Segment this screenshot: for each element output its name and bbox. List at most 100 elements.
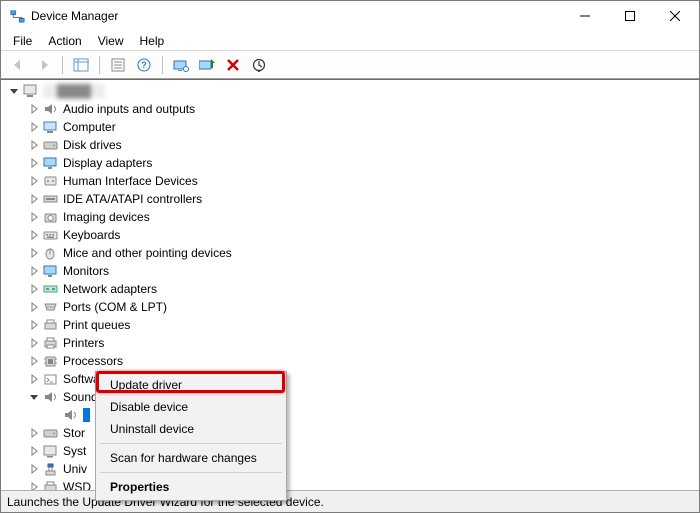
category-label: Keyboards xyxy=(63,228,120,242)
expand-icon[interactable] xyxy=(27,120,41,134)
tree-category[interactable]: IDE ATA/ATAPI controllers xyxy=(27,190,699,208)
category-label: Printers xyxy=(63,336,104,350)
root-label: ████ xyxy=(43,84,105,98)
expand-icon[interactable] xyxy=(27,336,41,350)
tree-category[interactable]: Monitors xyxy=(27,262,699,280)
menu-action[interactable]: Action xyxy=(40,32,89,50)
expand-icon[interactable] xyxy=(27,444,41,458)
tree-category[interactable]: Print queues xyxy=(27,316,699,334)
ctx-properties[interactable]: Properties xyxy=(98,476,284,498)
window-controls xyxy=(562,2,697,31)
tree-category[interactable]: Disk drives xyxy=(27,136,699,154)
disable-device-toolbar-button[interactable] xyxy=(248,54,270,76)
sound-device-icon xyxy=(63,407,79,423)
category-icon xyxy=(43,101,59,117)
leaf-spacer xyxy=(47,408,61,422)
expand-icon[interactable] xyxy=(27,210,41,224)
toolbar-separator xyxy=(99,56,100,74)
category-icon xyxy=(43,425,59,441)
category-icon xyxy=(43,299,59,315)
toolbar-separator xyxy=(162,56,163,74)
expand-icon[interactable] xyxy=(27,462,41,476)
category-icon xyxy=(43,461,59,477)
toolbar: ? xyxy=(1,51,699,79)
context-menu: Update driver Disable device Uninstall d… xyxy=(95,371,287,501)
category-icon xyxy=(43,479,59,490)
expand-icon[interactable] xyxy=(27,480,41,490)
forward-button[interactable] xyxy=(33,54,55,76)
menu-view[interactable]: View xyxy=(90,32,132,50)
properties-button[interactable] xyxy=(107,54,129,76)
tree-root[interactable]: ████ xyxy=(7,82,699,100)
update-driver-toolbar-button[interactable] xyxy=(196,54,218,76)
category-icon xyxy=(43,155,59,171)
category-label: IDE ATA/ATAPI controllers xyxy=(63,192,202,206)
expand-icon[interactable] xyxy=(27,282,41,296)
help-button[interactable]: ? xyxy=(133,54,155,76)
expand-icon[interactable] xyxy=(27,300,41,314)
category-icon xyxy=(43,353,59,369)
expand-icon[interactable] xyxy=(27,228,41,242)
category-icon xyxy=(43,119,59,135)
svg-text:?: ? xyxy=(141,60,147,70)
expand-icon[interactable] xyxy=(27,318,41,332)
maximize-button[interactable] xyxy=(607,2,652,31)
expand-icon[interactable] xyxy=(27,372,41,386)
ctx-separator xyxy=(100,443,282,444)
minimize-button[interactable] xyxy=(562,2,607,31)
ctx-uninstall-device[interactable]: Uninstall device xyxy=(98,418,284,440)
collapse-icon[interactable] xyxy=(27,390,41,404)
expand-icon[interactable] xyxy=(27,174,41,188)
category-label: WSD xyxy=(63,480,91,490)
tree-category[interactable]: Network adapters xyxy=(27,280,699,298)
expand-icon[interactable] xyxy=(27,426,41,440)
tree-category[interactable]: Keyboards xyxy=(27,226,699,244)
expand-icon[interactable] xyxy=(27,156,41,170)
category-icon xyxy=(43,137,59,153)
ctx-update-driver[interactable]: Update driver xyxy=(98,374,284,396)
uninstall-device-toolbar-button[interactable] xyxy=(222,54,244,76)
ctx-disable-device[interactable]: Disable device xyxy=(98,396,284,418)
expand-icon[interactable] xyxy=(27,138,41,152)
tree-category[interactable]: Audio inputs and outputs xyxy=(27,100,699,118)
tree-category[interactable]: Processors xyxy=(27,352,699,370)
category-label: Processors xyxy=(63,354,123,368)
computer-icon xyxy=(23,83,39,99)
category-label: Disk drives xyxy=(63,138,122,152)
tree-category[interactable]: Human Interface Devices xyxy=(27,172,699,190)
window-title: Device Manager xyxy=(31,9,118,23)
show-hide-console-button[interactable] xyxy=(70,54,92,76)
category-icon xyxy=(43,281,59,297)
category-label: Ports (COM & LPT) xyxy=(63,300,167,314)
tree-category[interactable]: Ports (COM & LPT) xyxy=(27,298,699,316)
tree-category[interactable]: Computer xyxy=(27,118,699,136)
collapse-icon[interactable] xyxy=(7,84,21,98)
tree-category[interactable]: Display adapters xyxy=(27,154,699,172)
tree-category[interactable]: Mice and other pointing devices xyxy=(27,244,699,262)
category-icon xyxy=(43,335,59,351)
tree-category[interactable]: Imaging devices xyxy=(27,208,699,226)
category-label: Monitors xyxy=(63,264,109,278)
expand-icon[interactable] xyxy=(27,102,41,116)
close-button[interactable] xyxy=(652,2,697,31)
device-label xyxy=(83,408,90,422)
tree-category[interactable]: Printers xyxy=(27,334,699,352)
category-icon xyxy=(43,245,59,261)
expand-icon[interactable] xyxy=(27,192,41,206)
menu-file[interactable]: File xyxy=(5,32,40,50)
scan-hardware-button[interactable] xyxy=(170,54,192,76)
expand-icon[interactable] xyxy=(27,246,41,260)
back-button[interactable] xyxy=(7,54,29,76)
category-label: Imaging devices xyxy=(63,210,150,224)
menu-help[interactable]: Help xyxy=(132,32,173,50)
category-label: Print queues xyxy=(63,318,130,332)
category-label: Network adapters xyxy=(63,282,157,296)
category-label: Stor xyxy=(63,426,85,440)
category-label: Syst xyxy=(63,444,86,458)
expand-icon[interactable] xyxy=(27,354,41,368)
category-icon xyxy=(43,371,59,387)
ctx-scan-hardware[interactable]: Scan for hardware changes xyxy=(98,447,284,469)
device-manager-window: Device Manager File Action View Help xyxy=(0,0,700,513)
category-icon xyxy=(43,191,59,207)
expand-icon[interactable] xyxy=(27,264,41,278)
